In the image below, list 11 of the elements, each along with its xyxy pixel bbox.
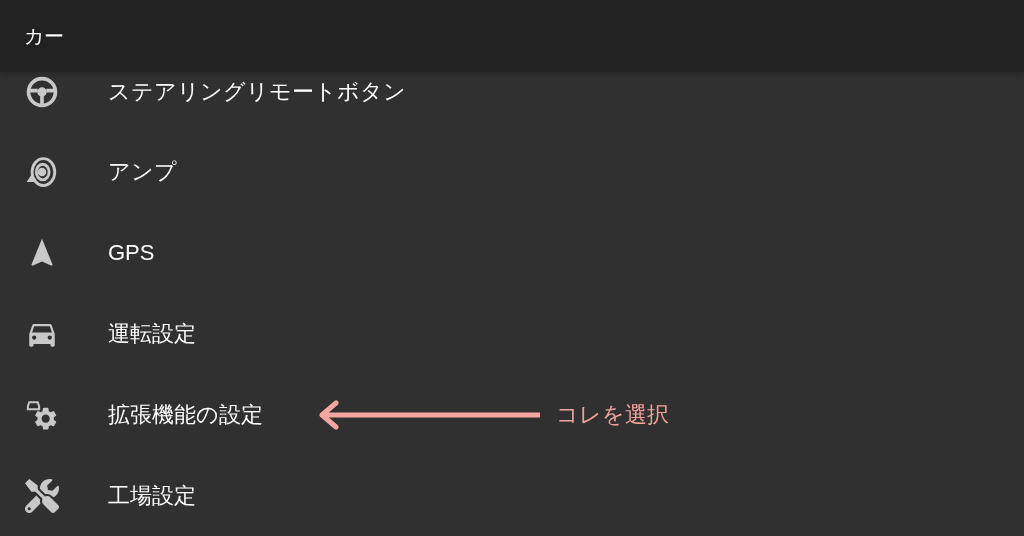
settings-item[interactable]: GPS xyxy=(0,212,1024,293)
app-bar-title: カー xyxy=(24,24,64,49)
annotation-text: コレを選択 xyxy=(556,401,669,429)
settings-item[interactable]: 運転設定 xyxy=(0,293,1024,374)
steering-wheel-icon xyxy=(25,74,59,109)
speaker-icon xyxy=(25,154,59,189)
settings-item[interactable]: アンプ xyxy=(0,131,1024,212)
settings-item[interactable]: 拡張機能の設定 コレを選択 xyxy=(0,374,1024,455)
settings-item[interactable]: ステアリングリモートボタン xyxy=(0,72,1024,131)
tools-icon xyxy=(25,478,59,513)
settings-item[interactable]: 工場設定 xyxy=(0,455,1024,536)
